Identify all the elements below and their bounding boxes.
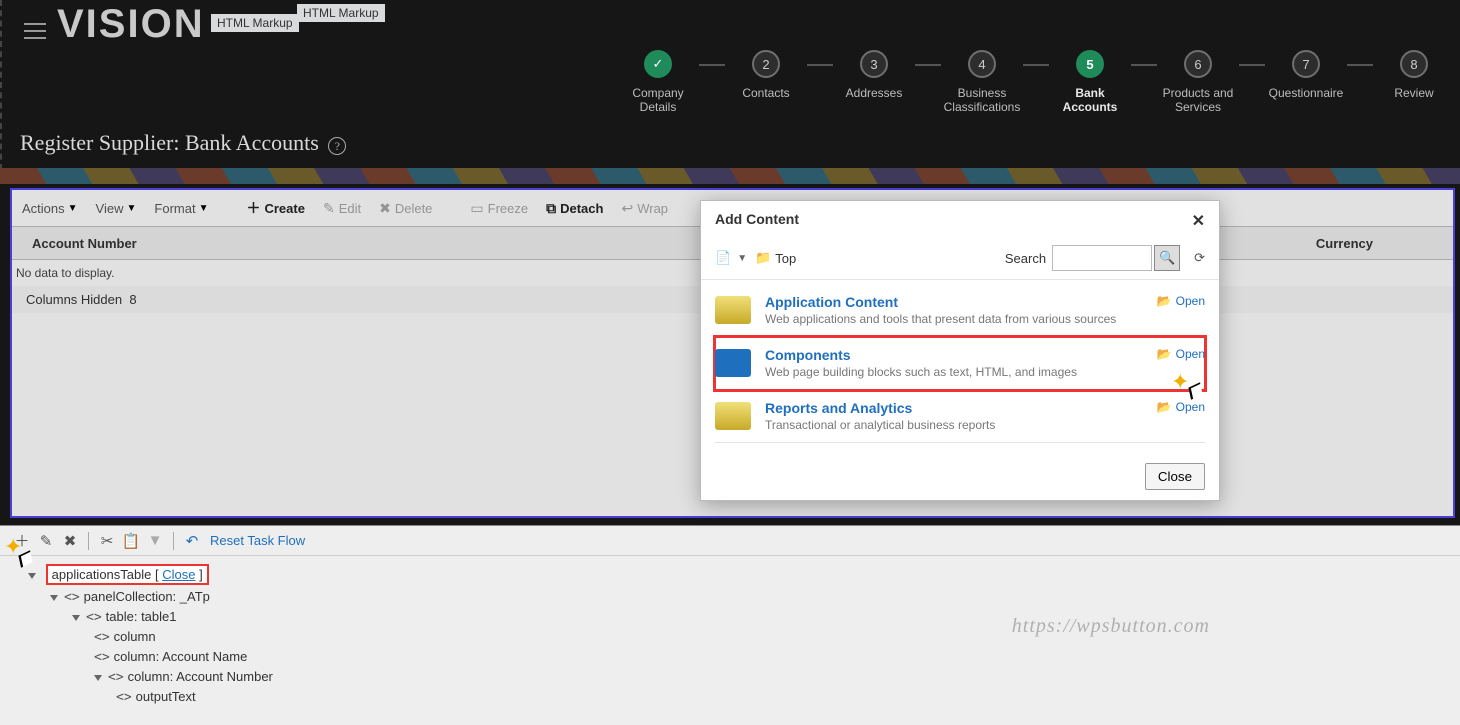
item-title[interactable]: Reports and Analytics [765, 400, 995, 416]
col-currency[interactable]: Currency [1316, 236, 1373, 251]
wizard-step-6[interactable]: 6 [1184, 50, 1212, 78]
markup-tag-2[interactable]: HTML Markup [297, 4, 385, 22]
item-desc: Transactional or analytical business rep… [765, 418, 995, 432]
tree-node[interactable]: <>column: Account Number [94, 667, 1450, 687]
tree-close-link[interactable]: Close [162, 567, 195, 582]
wizard-label-2: Contacts [724, 86, 808, 100]
close-button[interactable]: Close [1145, 463, 1205, 490]
tree-node[interactable]: <>table: table1 [72, 607, 1450, 627]
item-title[interactable]: Components [765, 347, 1077, 363]
header: VISION HTML Markup HTML Markup ✓ Company … [0, 0, 1460, 170]
wizard-label-1: Company Details [616, 86, 700, 114]
pencil-icon: ✎ [323, 200, 335, 217]
structure-panel: ＋ ✎ ✖ ✂ 📋 ▼ ↶ Reset Task Flow applicatio… [0, 525, 1460, 725]
wizard-step-8[interactable]: 8 [1400, 50, 1428, 78]
delete-button[interactable]: ✖Delete [379, 200, 432, 217]
wizard-label-8: Review [1372, 86, 1456, 100]
search-button[interactable]: 🔍 [1154, 245, 1180, 271]
dialog-title: Add Content [715, 211, 799, 231]
close-icon[interactable]: ✕ [1192, 211, 1205, 231]
open-link[interactable]: Open [1157, 400, 1205, 414]
add-content-dialog: Add Content ✕ 📄 ▼ 📁Top Search 🔍 ⟳ Applic… [700, 200, 1220, 501]
edit-button[interactable]: ✎Edit [323, 200, 361, 217]
wizard-step-3[interactable]: 3 [860, 50, 888, 78]
structure-toolbar: ＋ ✎ ✖ ✂ 📋 ▼ ↶ Reset Task Flow [0, 526, 1460, 556]
edit-icon[interactable]: ✎ [34, 532, 58, 550]
wizard-step-5[interactable]: 5 [1076, 50, 1104, 78]
tree-node[interactable]: <>column [94, 627, 1450, 647]
open-link[interactable]: Open [1157, 347, 1205, 361]
col-account-number[interactable]: Account Number [32, 236, 137, 251]
add-icon[interactable]: ＋ [10, 530, 34, 551]
tree-node[interactable]: <>outputText [116, 687, 1450, 707]
refresh-icon[interactable]: ⟳ [1194, 250, 1205, 266]
format-menu[interactable]: Format▼ [154, 201, 208, 216]
wrap-icon: ↩ [621, 200, 633, 217]
wizard-step-4[interactable]: 4 [968, 50, 996, 78]
wizard-train: ✓ Company Details 2 Contacts 3 Addresses 4 B… [617, 50, 1455, 114]
tree-node[interactable]: <>column: Account Name [94, 647, 1450, 667]
folder-icon: 📁 [755, 250, 771, 266]
delete-icon[interactable]: ✖ [58, 532, 82, 550]
wizard-step-1[interactable]: ✓ [644, 50, 672, 78]
freeze-button[interactable]: ▭Freeze [470, 200, 528, 217]
breadcrumb[interactable]: 📁Top [755, 250, 796, 266]
cut-icon[interactable]: ✂ [95, 532, 119, 550]
menu-icon[interactable] [24, 18, 46, 44]
search-input[interactable] [1052, 245, 1152, 271]
view-menu[interactable]: View▼ [96, 201, 137, 216]
folder-icon [715, 349, 751, 377]
wizard-label-6: Products and Services [1156, 86, 1240, 114]
wrap-button[interactable]: ↩Wrap [621, 200, 668, 217]
decorative-strip [0, 168, 1460, 184]
wizard-label-3: Addresses [832, 86, 916, 100]
markup-tag-1[interactable]: HTML Markup [211, 14, 299, 32]
chevron-down-icon[interactable]: ▼ [737, 253, 747, 264]
help-icon[interactable]: ? [328, 137, 346, 155]
up-folder-icon[interactable]: 📄 [715, 250, 731, 266]
undo-icon: ↶ [180, 532, 204, 550]
list-item-application-content[interactable]: Application Content Web applications and… [715, 284, 1205, 337]
wizard-label-7: Questionnaire [1264, 86, 1348, 100]
plus-icon: ＋ [246, 198, 260, 218]
x-icon: ✖ [379, 200, 391, 217]
watermark: https://wpsbutton.com [1012, 615, 1210, 638]
magnifier-icon: 🔍 [1159, 250, 1175, 266]
create-button[interactable]: ＋Create [246, 198, 304, 218]
wizard-step-2[interactable]: 2 [752, 50, 780, 78]
open-link[interactable]: Open [1157, 294, 1205, 308]
wizard-label-5: Bank Accounts [1048, 86, 1132, 114]
folder-icon [715, 402, 751, 430]
item-desc: Web applications and tools that present … [765, 312, 1116, 326]
tree-node[interactable]: <>panelCollection: _ATp [50, 587, 1450, 607]
item-title[interactable]: Application Content [765, 294, 1116, 310]
wizard-label-4: Business Classifications [940, 86, 1024, 114]
component-tree: applicationsTable [ Close ] <>panelColle… [0, 556, 1460, 713]
search-label: Search [1005, 251, 1046, 266]
item-desc: Web page building blocks such as text, H… [765, 365, 1077, 379]
paste-icon[interactable]: 📋 [119, 532, 143, 550]
list-item-components[interactable]: Components Web page building blocks such… [715, 337, 1205, 390]
content-list: Application Content Web applications and… [701, 280, 1219, 453]
actions-menu[interactable]: Actions▼ [22, 201, 78, 216]
list-item-reports[interactable]: Reports and Analytics Transactional or a… [715, 390, 1205, 443]
wizard-step-7[interactable]: 7 [1292, 50, 1320, 78]
chevron-down-icon[interactable]: ▼ [143, 532, 167, 549]
brand-logo: VISION [57, 2, 205, 47]
detach-icon: ⧉ [546, 200, 556, 217]
page-title: Register Supplier: Bank Accounts ? [20, 130, 346, 156]
freeze-icon: ▭ [470, 200, 483, 217]
folder-icon [715, 296, 751, 324]
reset-task-flow-button[interactable]: Reset Task Flow [210, 533, 305, 548]
app-root: VISION HTML Markup HTML Markup ✓ Company … [0, 0, 1460, 725]
tree-selected-node[interactable]: applicationsTable [ Close ] [46, 564, 209, 585]
detach-button[interactable]: ⧉Detach [546, 200, 603, 217]
